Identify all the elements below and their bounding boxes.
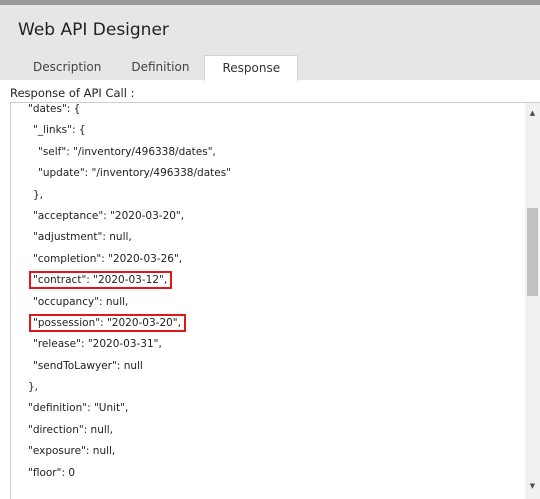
scrollbar-thumb[interactable] [527, 208, 538, 296]
code-line: "release": "2020-03-31", [11, 334, 526, 355]
tab-bar: Description Definition Response [18, 55, 299, 81]
tab-response[interactable]: Response [204, 55, 299, 81]
response-code: "dates": { "_links": { "self": "/inventory… [11, 103, 526, 484]
scroll-up-arrow-icon[interactable]: ▲ [525, 106, 540, 121]
code-line: "_links": { [11, 120, 526, 141]
code-text: "completion": "2020-03-26", [33, 252, 183, 265]
vertical-scrollbar[interactable]: ▲ ▼ [525, 103, 540, 499]
code-text: "_links": { [33, 124, 86, 137]
code-text: "update": "/inventory/496338/dates" [38, 167, 232, 180]
code-text: "occupancy": null, [33, 295, 129, 308]
code-line: }, [11, 185, 526, 206]
code-line: "update": "/inventory/496338/dates" [11, 163, 526, 184]
code-line: "acceptance": "2020-03-20", [11, 206, 526, 227]
code-text: "self": "/inventory/496338/dates", [38, 145, 216, 158]
code-line: "exposure": null, [11, 441, 526, 462]
code-text: }, [28, 381, 39, 394]
tab-description[interactable]: Description [18, 55, 116, 80]
code-line: "floor": 0 [11, 463, 526, 484]
code-text: "definition": "Unit", [28, 402, 129, 415]
code-text: }, [33, 188, 44, 201]
code-line: "direction": null, [11, 420, 526, 441]
code-text: "release": "2020-03-31", [33, 338, 162, 351]
code-text: "floor": 0 [28, 466, 75, 479]
code-text: "sendToLawyer": null [33, 359, 143, 372]
highlighted-code-text: "contract": "2020-03-12", [28, 271, 173, 290]
response-label: Response of API Call : [10, 86, 135, 100]
code-text: "direction": null, [28, 423, 114, 436]
code-text: "acceptance": "2020-03-20", [33, 209, 185, 222]
response-code-panel[interactable]: "dates": { "_links": { "self": "/inventory… [10, 102, 540, 499]
highlighted-code-text: "possession": "2020-03-20", [29, 313, 186, 332]
app-title: Web API Designer [18, 20, 169, 40]
code-text: "dates": { [28, 103, 81, 115]
code-text: "exposure": null, [28, 445, 116, 458]
code-line: "self": "/inventory/496338/dates", [11, 142, 526, 163]
code-line: "definition": "Unit", [11, 398, 526, 419]
code-text: "adjustment": null, [33, 231, 132, 244]
tab-definition[interactable]: Definition [116, 55, 204, 80]
app-header: Web API Designer Description Definition … [0, 5, 540, 81]
code-line: "dates": { [11, 103, 526, 120]
code-line: "completion": "2020-03-26", [11, 249, 526, 270]
code-line: "sendToLawyer": null [11, 356, 526, 377]
code-line: "adjustment": null, [11, 227, 526, 248]
code-line: }, [11, 377, 526, 398]
code-line: "contract": "2020-03-12", [11, 270, 526, 291]
code-line: "occupancy": null, [11, 292, 526, 313]
scroll-down-arrow-icon[interactable]: ▼ [525, 479, 540, 494]
code-line: "possession": "2020-03-20", [11, 313, 526, 334]
